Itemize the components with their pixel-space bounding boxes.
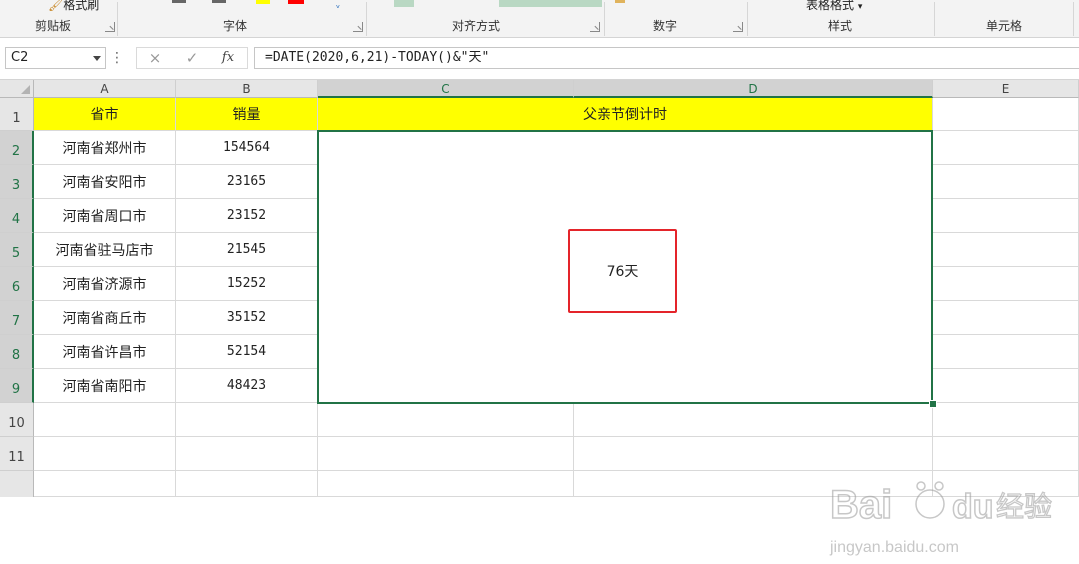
ribbon: 🖌格式刷 剪贴板 ᵥ 字体 对齐方式 数字 表格格式 ▾ 样式 单元格 (0, 0, 1079, 38)
cell-city[interactable]: 河南省许昌市 (34, 335, 176, 369)
alignment-group-label: 对齐方式 (451, 19, 500, 33)
cell-e[interactable] (933, 267, 1079, 301)
empty-cell[interactable] (176, 437, 318, 471)
countdown-highlight-box: 76天 (568, 229, 677, 313)
phonetic-icon[interactable]: ᵥ (336, 0, 340, 11)
cell-sales[interactable]: 52154 (176, 335, 318, 369)
cell-e[interactable] (933, 233, 1079, 267)
cell-city[interactable]: 河南省南阳市 (34, 369, 176, 403)
font-size-icon[interactable] (172, 0, 186, 3)
column-header-c[interactable]: C (318, 80, 574, 98)
dropdown-arrow-icon: ▾ (857, 2, 863, 12)
empty-cell[interactable] (176, 403, 318, 437)
cell-sales[interactable]: 35152 (176, 301, 318, 335)
cell-e[interactable] (933, 301, 1079, 335)
cell-e[interactable] (933, 165, 1079, 199)
empty-cell[interactable] (574, 403, 933, 437)
table-format-button[interactable]: 表格格式 ▾ (806, 0, 862, 13)
row-header-7[interactable]: 7 (0, 301, 34, 335)
font-group-label: 字体 (222, 19, 247, 33)
empty-cell[interactable] (933, 403, 1079, 437)
column-header-d[interactable]: D (574, 80, 933, 98)
cell-b1[interactable]: 销量 (176, 98, 318, 131)
row-header-4[interactable]: 4 (0, 199, 34, 233)
empty-cell[interactable] (34, 471, 176, 497)
name-box-dropdown-icon[interactable] (93, 56, 101, 61)
cell-e1[interactable] (933, 98, 1079, 131)
cell-sales[interactable]: 154564 (176, 131, 318, 165)
empty-cell[interactable] (34, 403, 176, 437)
watermark-brand2: du (952, 488, 994, 526)
empty-cell[interactable] (318, 471, 574, 497)
font-launcher-icon[interactable] (353, 22, 363, 32)
highlight-color-icon[interactable] (256, 0, 270, 4)
cells-group-label: 单元格 (985, 19, 1022, 33)
watermark-brand: Bai (830, 483, 892, 527)
cell-e[interactable] (933, 335, 1079, 369)
countdown-value: 76天 (606, 264, 639, 280)
worksheet-grid: A B C D E 1 2 3 4 5 6 7 8 9 10 11 省市 销量 … (0, 80, 1079, 556)
row-header-6[interactable]: 6 (0, 267, 34, 301)
row-header-5[interactable]: 5 (0, 233, 34, 267)
cancel-icon[interactable]: × (140, 47, 170, 69)
format-painter-button[interactable]: 🖌格式刷 (48, 0, 99, 13)
fill-handle[interactable] (929, 400, 937, 408)
currency-icon[interactable] (615, 0, 625, 3)
baidu-jingyan-watermark: Bai du 经验 jingyan.baidu.com (828, 460, 1068, 560)
cell-e[interactable] (933, 199, 1079, 233)
cell-sales[interactable]: 15252 (176, 267, 318, 301)
cell-city[interactable]: 河南省安阳市 (34, 165, 176, 199)
styles-group-label: 样式 (827, 19, 852, 33)
watermark-logo: Bai du 经验 jingyan.baidu.com (829, 481, 1053, 556)
formula-bar: C2 ⋮ × ✓ fx =DATE(2020,6,21)-TODAY()&"天" (0, 38, 1079, 80)
cell-sales[interactable]: 23152 (176, 199, 318, 233)
cell-a1[interactable]: 省市 (34, 98, 176, 131)
column-header-b[interactable]: B (176, 80, 318, 98)
font-color-icon[interactable] (288, 0, 304, 4)
cell-c1-merged[interactable]: 父亲节倒计时 (318, 98, 933, 131)
row-header-8[interactable]: 8 (0, 335, 34, 369)
watermark-cn: 经验 (996, 490, 1052, 523)
cell-sales[interactable]: 48423 (176, 369, 318, 403)
column-header-a[interactable]: A (34, 80, 176, 98)
row-header-9[interactable]: 9 (0, 369, 34, 403)
border-icon[interactable] (212, 0, 226, 3)
clipboard-group-label: 剪贴板 (34, 19, 71, 33)
clipboard-launcher-icon[interactable] (105, 22, 115, 32)
row-header-1[interactable]: 1 (0, 98, 34, 131)
number-launcher-icon[interactable] (733, 22, 743, 32)
row-header-12[interactable] (0, 471, 34, 497)
enter-icon[interactable]: ✓ (177, 47, 207, 69)
empty-cell[interactable] (176, 471, 318, 497)
watermark-url: jingyan.baidu.com (829, 539, 959, 556)
brush-icon: 🖌 (48, 0, 64, 12)
cell-sales[interactable]: 21545 (176, 233, 318, 267)
row-header-10[interactable]: 10 (0, 403, 34, 437)
row-header-11[interactable]: 11 (0, 437, 34, 471)
cell-city[interactable]: 河南省商丘市 (34, 301, 176, 335)
row-header-3[interactable]: 3 (0, 165, 34, 199)
merge-center-button[interactable] (499, 0, 602, 7)
align-icon[interactable] (394, 0, 414, 7)
empty-cell[interactable] (318, 403, 574, 437)
number-group-label: 数字 (652, 19, 677, 33)
cell-city[interactable]: 河南省驻马店市 (34, 233, 176, 267)
cell-sales[interactable]: 23165 (176, 165, 318, 199)
paw-icon (915, 481, 945, 519)
formula-input[interactable]: =DATE(2020,6,21)-TODAY()&"天" (254, 47, 1079, 69)
name-box[interactable]: C2 (5, 47, 106, 69)
row-header-2[interactable]: 2 (0, 131, 34, 165)
insert-function-icon[interactable]: fx (213, 47, 243, 69)
empty-cell[interactable] (34, 437, 176, 471)
select-all-button[interactable] (0, 80, 34, 98)
cell-e[interactable] (933, 369, 1079, 403)
alignment-launcher-icon[interactable] (590, 22, 600, 32)
column-header-e[interactable]: E (933, 80, 1079, 98)
cell-e[interactable] (933, 131, 1079, 165)
cell-city[interactable]: 河南省济源市 (34, 267, 176, 301)
more-options-icon[interactable]: ⋮ (108, 47, 126, 69)
cell-city[interactable]: 河南省郑州市 (34, 131, 176, 165)
cell-city[interactable]: 河南省周口市 (34, 199, 176, 233)
empty-cell[interactable] (318, 437, 574, 471)
